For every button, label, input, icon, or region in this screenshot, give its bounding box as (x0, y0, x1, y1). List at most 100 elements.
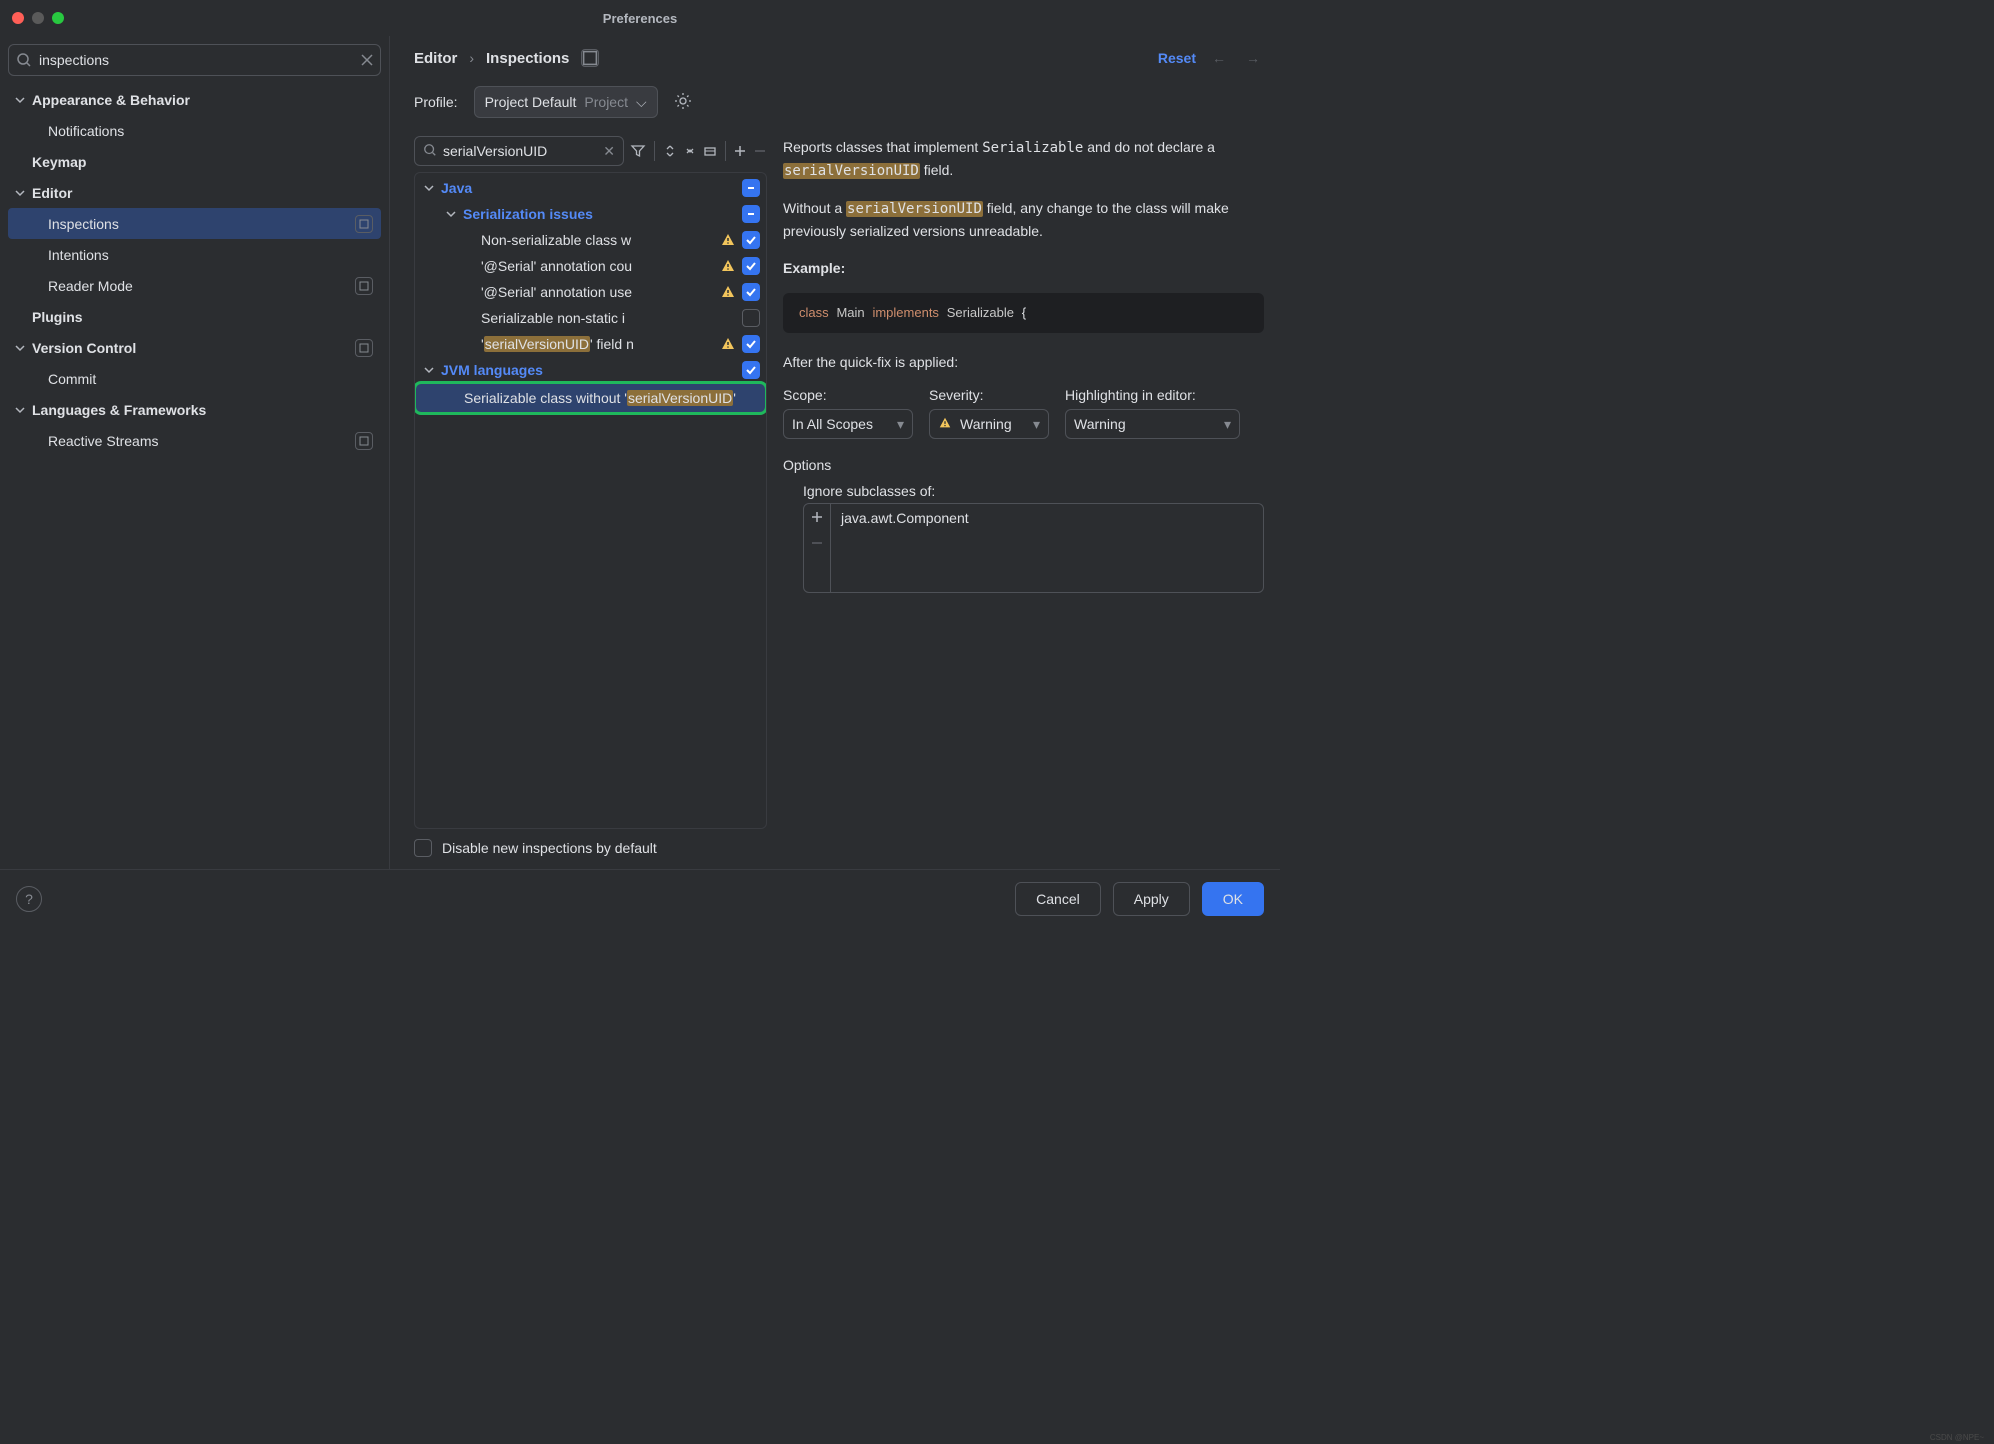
tree-label: 'serialVersionUID' field n (481, 336, 716, 352)
nav-item-commit[interactable]: Commit (8, 363, 381, 394)
remove-entry-icon[interactable] (804, 530, 830, 556)
zoom-window-icon[interactable] (52, 12, 64, 24)
inspection-toolbar: ✕ (414, 136, 767, 166)
expand-all-icon[interactable] (663, 138, 677, 164)
settings-sidebar: Appearance & Behavior NotificationsKeymap… (0, 36, 390, 869)
nav-item-reactive-streams[interactable]: Reactive Streams (8, 425, 381, 456)
tree-node[interactable]: 'serialVersionUID' field n (415, 331, 766, 357)
scope-label: Scope: (783, 387, 913, 403)
dialog-footer: ? Cancel Apply OK (0, 869, 1280, 927)
warning-icon (720, 284, 736, 300)
controls-row: Scope: In All Scopes▾ Severity: Warning▾… (783, 387, 1264, 439)
tri-state-checkbox[interactable] (742, 205, 760, 223)
nav-label: Intentions (48, 247, 373, 263)
tree-node[interactable]: '@Serial' annotation use (415, 279, 766, 305)
help-icon[interactable]: ? (16, 886, 42, 912)
nav-item-plugins[interactable]: Plugins (8, 301, 381, 332)
nav-item-version-control[interactable]: Version Control (8, 332, 381, 363)
tree-search-wrap: ✕ (414, 136, 624, 166)
watermark: CSDN @NPE~ (1930, 1433, 1984, 1442)
nav-item-inspections[interactable]: Inspections (8, 208, 381, 239)
warning-icon (720, 232, 736, 248)
scope-select[interactable]: In All Scopes▾ (783, 409, 913, 439)
project-badge-icon (355, 277, 373, 295)
tree-label: '@Serial' annotation cou (481, 258, 716, 274)
nav-label: Commit (48, 371, 373, 387)
disable-checkbox[interactable] (414, 839, 432, 857)
minimize-window-icon[interactable] (32, 12, 44, 24)
nav-label: Editor (32, 185, 373, 201)
chevron-down-icon (12, 340, 28, 356)
inspection-detail: Reports classes that implement Serializa… (783, 136, 1264, 829)
chevron-down-icon: ▾ (897, 416, 904, 433)
nav-item-appearance-behavior[interactable]: Appearance & Behavior (8, 84, 381, 115)
description-p2: Without a serialVersionUID field, any ch… (783, 197, 1264, 243)
cancel-button[interactable]: Cancel (1015, 882, 1101, 916)
tree-node-serialization[interactable]: Serialization issues (415, 201, 766, 227)
add-icon[interactable] (733, 138, 747, 164)
remove-icon[interactable] (753, 138, 767, 164)
nav-item-notifications[interactable]: Notifications (8, 115, 381, 146)
tri-state-checkbox[interactable] (742, 179, 760, 197)
checkbox[interactable] (742, 309, 760, 327)
nav-label: Plugins (32, 309, 373, 325)
project-badge-icon (581, 49, 599, 67)
reset-link[interactable]: Reset (1158, 50, 1196, 66)
tree-node[interactable]: '@Serial' annotation cou (415, 253, 766, 279)
back-icon[interactable]: ← (1208, 48, 1230, 68)
tree-node[interactable]: Non-serializable class w (415, 227, 766, 253)
warning-icon (938, 416, 952, 433)
nav-item-languages-frameworks[interactable]: Languages & Frameworks (8, 394, 381, 425)
disable-label: Disable new inspections by default (442, 840, 657, 856)
code-block: class Main implements Serializable { (783, 293, 1264, 333)
ok-button[interactable]: OK (1202, 882, 1264, 916)
highlight-select[interactable]: Warning▾ (1065, 409, 1240, 439)
options-entry[interactable]: java.awt.Component (831, 504, 1263, 592)
settings-search-input[interactable] (8, 44, 381, 76)
nav-item-intentions[interactable]: Intentions (8, 239, 381, 270)
warning-icon (720, 336, 736, 352)
severity-select[interactable]: Warning▾ (929, 409, 1049, 439)
chevron-right-icon: › (469, 50, 474, 66)
breadcrumb-root[interactable]: Editor (414, 50, 457, 67)
profile-label: Profile: (414, 94, 458, 110)
tree-node-selected[interactable]: Serializable class without 'serialVersio… (415, 383, 766, 413)
tree-node-java[interactable]: Java (415, 175, 766, 201)
chevron-down-icon: ▾ (1224, 416, 1231, 433)
nav-item-keymap[interactable]: Keymap (8, 146, 381, 177)
reset-tree-icon[interactable] (703, 138, 717, 164)
checkbox[interactable] (742, 231, 760, 249)
checkbox[interactable] (742, 335, 760, 353)
chevron-down-icon (421, 362, 437, 378)
checkbox[interactable] (742, 257, 760, 275)
tree-label: Serialization issues (463, 206, 736, 222)
chevron-down-icon: ⌵ (636, 94, 647, 111)
tree-node[interactable]: Serializable non-static i (415, 305, 766, 331)
close-window-icon[interactable] (12, 12, 24, 24)
search-icon (423, 143, 437, 160)
separator (654, 141, 655, 161)
gear-icon[interactable] (674, 92, 692, 113)
checkbox[interactable] (742, 283, 760, 301)
add-entry-icon[interactable] (804, 504, 830, 530)
chevron-down-icon (12, 402, 28, 418)
nav-item-editor[interactable]: Editor (8, 177, 381, 208)
filter-icon[interactable] (630, 138, 646, 164)
tree-label: Non-serializable class w (481, 232, 716, 248)
checkbox[interactable] (742, 361, 760, 379)
collapse-all-icon[interactable] (683, 138, 697, 164)
nav-label: Appearance & Behavior (32, 92, 373, 108)
nav-label: Version Control (32, 340, 355, 356)
apply-button[interactable]: Apply (1113, 882, 1190, 916)
profile-value: Project Default (485, 94, 577, 110)
profile-combo[interactable]: Project Default Project ⌵ (474, 86, 658, 118)
tree-label: Serializable class without 'serialVersio… (464, 390, 757, 406)
clear-search-icon[interactable] (361, 53, 373, 69)
tree-search-input[interactable] (443, 143, 597, 159)
chevron-down-icon: ▾ (1033, 416, 1040, 433)
clear-icon[interactable]: ✕ (603, 143, 615, 160)
tree-label: '@Serial' annotation use (481, 284, 716, 300)
tree-node-jvm[interactable]: JVM languages (415, 357, 766, 383)
example-heading: Example: (783, 257, 1264, 279)
nav-item-reader-mode[interactable]: Reader Mode (8, 270, 381, 301)
